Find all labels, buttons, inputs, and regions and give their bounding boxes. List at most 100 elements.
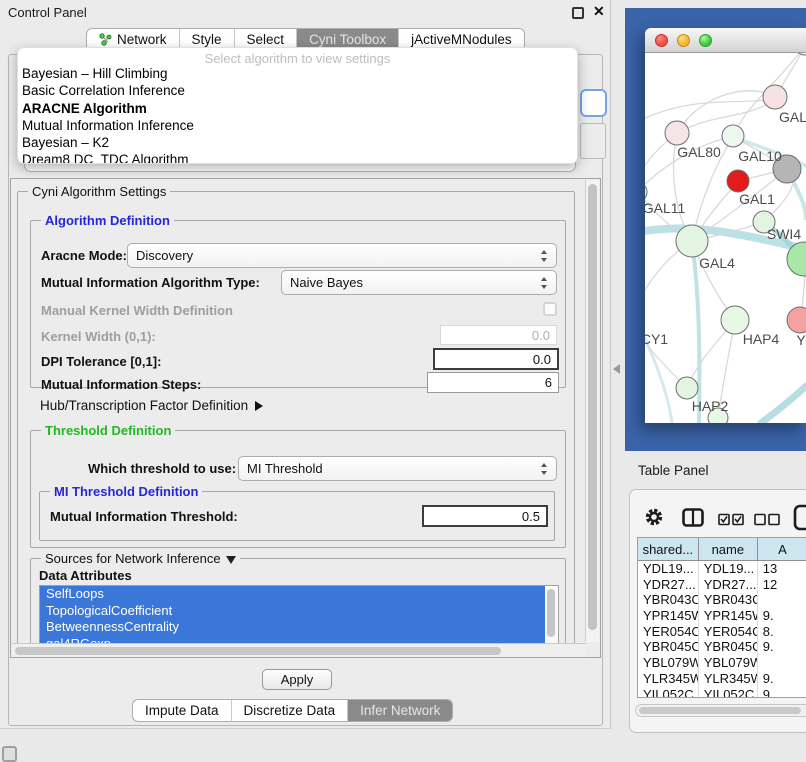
table-row[interactable]: YPR145WYPR145W9. [638,608,806,624]
network-view-frame: GALGAL80GAL10GAL1GAL11SWI4GAL4GCY1HAP4YH… [625,8,806,451]
table-header: shared...nameA [638,538,806,561]
network-node[interactable] [763,85,787,109]
network-canvas[interactable]: GALGAL80GAL10GAL1GAL11SWI4GAL4GCY1HAP4YH… [645,53,806,423]
table-panel-title: Table Panel [638,463,709,478]
tab-infer-network[interactable]: Infer Network [348,700,452,721]
mi-steps-value: 6 [545,375,552,390]
list-scrollbar[interactable] [546,587,557,648]
dpi-tolerance-field[interactable]: 0.0 [433,348,559,370]
network-edge [761,386,806,423]
vertical-scrollbar[interactable] [585,180,599,642]
table-body: YDL19...YDL19...13YDR27...YDR27...12YBR0… [638,561,806,698]
table-function-icon[interactable] [793,504,806,531]
scrollbar-thumb[interactable] [547,589,555,637]
network-window-titlebar[interactable] [645,28,806,53]
mi-threshold-group: MI Threshold Definition Mutual Informati… [39,491,555,541]
table-cell: YBR043C [699,592,758,608]
network-node[interactable] [665,121,689,145]
tab-discretize-data[interactable]: Discretize Data [232,700,349,721]
column-header[interactable]: shared... [638,538,699,560]
column-header[interactable]: name [699,538,758,560]
network-node[interactable] [727,170,749,192]
group-title: MI Threshold Definition [50,484,202,499]
close-window-icon[interactable] [655,34,668,47]
data-attribute-item[interactable]: TopologicalCoefficient [40,603,545,620]
table-cell: YDL19... [638,561,699,577]
aracne-mode-label: Aracne Mode: [41,248,127,263]
tab-label: Impute Data [145,703,219,718]
network-icon [99,33,112,46]
sources-title: Sources for Network Inference [41,551,240,566]
data-attribute-item[interactable]: BetweennessCentrality [40,619,545,636]
mi-steps-field[interactable]: 6 [427,372,559,393]
deselect-all-columns-icon[interactable] [754,513,780,526]
network-node[interactable] [645,182,647,202]
network-node[interactable] [721,306,749,334]
mi-algorithm-type-select[interactable]: Naive Bayes [281,270,557,295]
scrollbar-thumb[interactable] [588,184,597,630]
close-icon[interactable]: ✕ [593,3,605,20]
hidden-group-fragment [580,123,606,159]
split-columns-icon[interactable] [682,508,704,527]
scrollbar-thumb[interactable] [15,647,501,655]
select-all-columns-icon[interactable] [718,513,744,526]
horizontal-scrollbar[interactable] [12,643,586,657]
tab-impute-data[interactable]: Impute Data [133,700,232,721]
table-cell: YBR045C [638,639,699,655]
table-row[interactable]: YDL19...YDL19...13 [638,561,806,577]
algorithm-option[interactable]: Basic Correlation Inference [18,82,577,99]
minimize-window-icon[interactable] [677,34,690,47]
aracne-mode-select[interactable]: Discovery [127,243,557,268]
zoom-window-icon[interactable] [699,34,712,47]
table-cell: 9. [758,671,806,687]
table-cell: YPR145W [699,608,758,624]
manual-kernel-checkbox[interactable] [543,302,557,316]
dock-panel-icon[interactable] [2,746,17,762]
network-window: GALGAL80GAL10GAL1GAL11SWI4GAL4GCY1HAP4YH… [645,28,806,423]
panel-title: Control Panel [8,5,87,20]
network-node[interactable] [676,377,698,399]
table-row[interactable]: YBL079WYBL079W [638,655,806,671]
column-header[interactable]: A [758,538,806,560]
float-window-icon[interactable] [572,7,584,19]
data-attribute-item[interactable]: SelfLoops [40,586,545,603]
tab-label: Select [247,32,285,47]
expand-arrow-icon[interactable] [226,556,236,564]
which-threshold-label: Which threshold to use: [88,461,236,476]
algorithm-option[interactable]: Dream8 DC_TDC Algorithm [18,151,577,164]
mi-threshold-field[interactable]: 0.5 [422,505,548,527]
algorithm-dropdown-popup: Select algorithm to view settings Bayesi… [17,47,578,164]
table-row[interactable]: YBR045CYBR045C9. [638,639,806,655]
scrollbar-thumb[interactable] [639,707,801,714]
table-row[interactable]: YBR043CYBR043C [638,592,806,608]
network-node[interactable] [787,307,806,333]
table-cell: YIL052C [699,687,758,699]
table-row[interactable]: YIL052CYIL052C9 [638,687,806,699]
table-cell: YBL079W [699,655,758,671]
kernel-width-value: 0.0 [532,328,550,343]
table-cell [758,592,806,608]
combo-arrows-icon [540,462,548,476]
tab-label: Discretize Data [244,703,336,718]
panel-divider-arrow-icon[interactable] [613,364,620,374]
algorithm-option[interactable]: ARACNE Algorithm [18,100,577,117]
table-cell: 9. [758,608,806,624]
network-node[interactable] [676,225,708,257]
mi-steps-label: Mutual Information Steps: [41,377,201,392]
network-node[interactable] [722,125,744,147]
network-edge [645,300,672,423]
table-row[interactable]: YER054CYER054C8. [638,624,806,640]
tab-label: Cyni Toolbox [309,32,386,47]
cyni-settings-group: Cyni Algorithm Settings Algorithm Defini… [17,191,575,651]
algorithm-option[interactable]: Bayesian – Hill Climbing [18,65,577,82]
kernel-width-field[interactable]: 0.0 [440,325,557,345]
which-threshold-select[interactable]: MI Threshold [238,456,557,481]
algorithm-option[interactable]: Mutual Information Inference [18,117,577,134]
gear-icon[interactable] [644,507,664,527]
hub-definition-expander[interactable]: Hub/Transcription Factor Definition [40,398,263,413]
algorithm-option[interactable]: Bayesian – K2 [18,134,577,151]
table-row[interactable]: YDR27...YDR27...12 [638,577,806,593]
table-horizontal-scrollbar[interactable] [635,704,806,717]
table-row[interactable]: YLR345WYLR345W9. [638,671,806,687]
apply-button[interactable]: Apply [262,669,332,690]
